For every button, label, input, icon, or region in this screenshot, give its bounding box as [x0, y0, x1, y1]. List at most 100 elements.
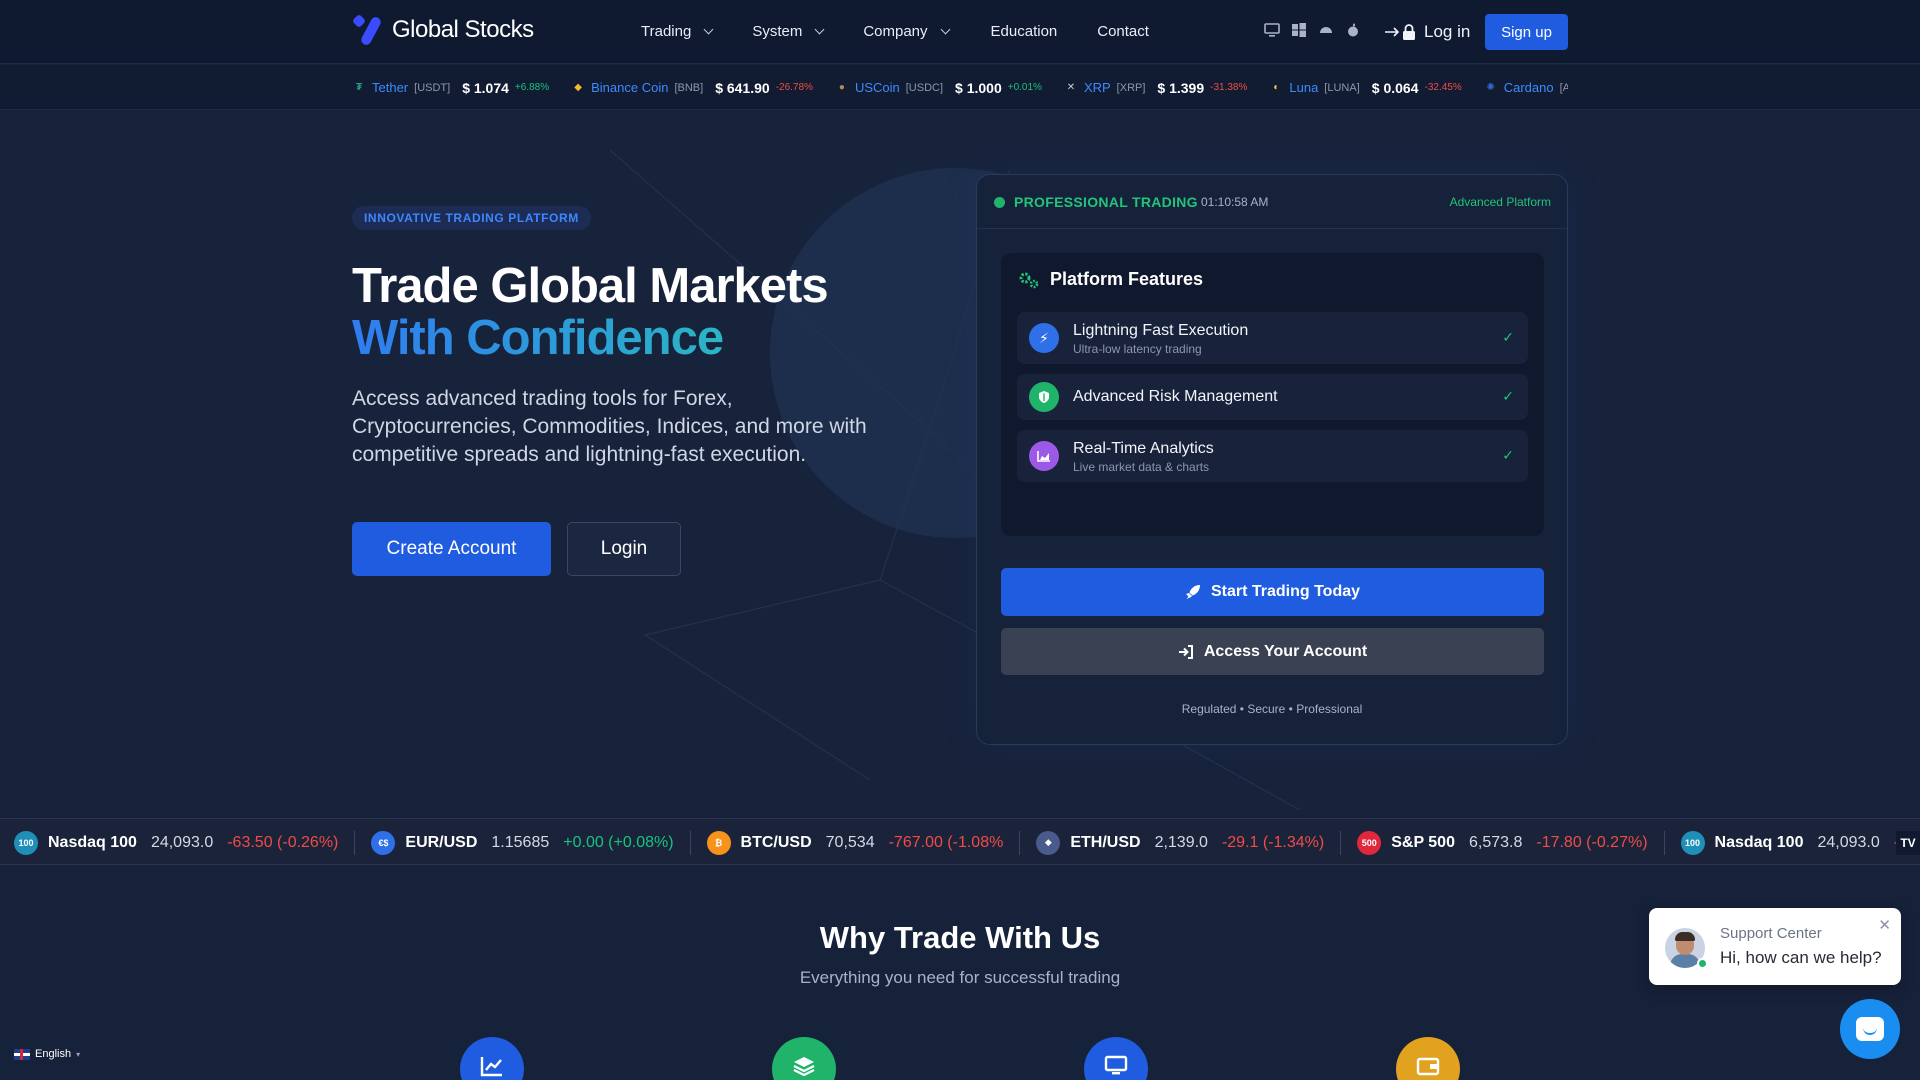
coin-name: USCoin	[854, 80, 900, 95]
market-ticker-item[interactable]: ₿ BTC/USD 70,534 -767.00 (-1.08%	[706, 830, 1021, 855]
chart-icon	[1029, 441, 1059, 471]
ticker-item[interactable]: ₮ Tether [USDT] $ 1.074 +6.88%	[352, 80, 549, 96]
nav-item-company[interactable]: Company	[863, 23, 950, 40]
login-button[interactable]: Login	[567, 522, 681, 576]
platform-features: Platform Features ⚡ Lightning Fast Execu…	[1001, 253, 1544, 536]
coin-price: $ 1.000	[955, 79, 1002, 96]
create-account-button[interactable]: Create Account	[352, 522, 551, 576]
start-trading-button[interactable]: Start Trading Today	[1001, 568, 1544, 616]
coin-symbol: [A	[1559, 81, 1568, 94]
uk-flag-icon	[14, 1048, 30, 1060]
panel-header: PROFESSIONAL TRADING 01:10:58 AM Advance…	[977, 175, 1567, 229]
coin-icon: ◐	[1273, 82, 1280, 93]
market-ticker-item[interactable]: 100 Nasdaq 100 24,093.0 -63.50 (-0.26%)	[14, 830, 356, 855]
brand-logo[interactable]: Global Stocks	[351, 13, 534, 47]
market-ticker-item[interactable]: €$ EUR/USD 1.15685 +0.00 (+0.08%)	[371, 830, 691, 855]
market-value: 2,139.0	[1154, 833, 1208, 851]
panel-clock: 01:10:58 AM	[1201, 195, 1269, 209]
coin-name: Cardano	[1503, 80, 1554, 95]
coin-name: Luna	[1289, 80, 1319, 95]
trading-panel: PROFESSIONAL TRADING 01:10:58 AM Advance…	[976, 174, 1568, 745]
coin-icon: ✕	[1066, 82, 1076, 93]
chart-line-icon	[460, 1037, 524, 1080]
hero-title-line1: Trade Global Markets	[352, 259, 829, 313]
market-badge-icon: ◆	[1036, 830, 1061, 855]
feature-item-analytics: Real-Time Analytics Live market data & c…	[1017, 430, 1528, 482]
coin-symbol: [BNB]	[674, 81, 704, 94]
coin-symbol: [LUNA]	[1324, 81, 1360, 94]
market-badge-icon: €$	[371, 830, 396, 855]
layers-icon	[772, 1037, 836, 1080]
support-popup[interactable]: Support Center Hi, how can we help? ✕	[1649, 908, 1901, 985]
tradingview-logo-icon[interactable]: TV	[1896, 831, 1920, 855]
market-change: -17.80 (-0.27%)	[1536, 833, 1648, 851]
nav-item-education[interactable]: Education	[991, 23, 1058, 40]
coin-price: $ 0.064	[1371, 79, 1419, 96]
ticker-item[interactable]: ✺ Cardano [A	[1484, 80, 1568, 95]
caret-down-icon: ▾	[76, 1049, 81, 1059]
chat-bubble-icon	[1856, 1017, 1884, 1041]
market-change: -63.50 (-0.26%)	[227, 833, 339, 851]
market-value: 1.15685	[491, 833, 550, 851]
market-change: +0.00 (+0.08%)	[563, 833, 674, 851]
platform-icons	[1264, 22, 1361, 38]
background-network-lines	[609, 149, 1301, 810]
feature-title: Advanced Risk Management	[1073, 388, 1278, 405]
market-ticker-item[interactable]: 500 S&P 500 6,573.8 -17.80 (-0.27%)	[1357, 830, 1665, 855]
check-icon: ✓	[1502, 329, 1514, 345]
monitor-icon	[1084, 1037, 1148, 1080]
crypto-ticker: ₮ Tether [USDT] $ 1.074 +6.88% ◆ Binance Coin […	[0, 65, 1920, 110]
why-section: Why Trade With Us Everything you need fo…	[0, 866, 1920, 1080]
ticker-item[interactable]: ● USCoin [USDC] $ 1.000 +0.01%	[835, 80, 1042, 96]
check-icon: ✓	[1502, 447, 1514, 463]
site-header: Global Stocks Trading System Company Edu…	[0, 0, 1920, 64]
market-ticker: 100 Nasdaq 100 24,093.0 -63.50 (-0.26%) €$ EU…	[0, 818, 1920, 865]
feature-item-risk: Advanced Risk Management ✓	[1017, 374, 1528, 420]
check-icon: ✓	[1502, 388, 1514, 404]
coin-change: -26.78%	[775, 82, 813, 93]
desktop-icon[interactable]	[1264, 22, 1280, 38]
windows-icon[interactable]	[1291, 22, 1307, 38]
apple-icon[interactable]	[1345, 22, 1361, 38]
ticker-item[interactable]: ◐ Luna [LUNA] $ 0.064 -32.45%	[1269, 80, 1461, 96]
chat-launcher-button[interactable]	[1840, 999, 1900, 1059]
market-badge-icon: 100	[1680, 830, 1705, 855]
close-icon[interactable]: ✕	[1878, 916, 1891, 934]
panel-platform-label: Advanced Platform	[1449, 195, 1551, 209]
coin-price: $ 1.074	[462, 79, 509, 96]
rocket-icon	[1185, 585, 1200, 599]
market-name: Nasdaq 100	[1714, 833, 1804, 851]
signup-button[interactable]: Sign up	[1485, 14, 1568, 50]
support-title: Support Center	[1720, 925, 1822, 942]
nav-item-system[interactable]: System	[752, 23, 825, 40]
nav-item-contact[interactable]: Contact	[1097, 23, 1149, 40]
hero-title-line2: With Confidence	[352, 311, 724, 365]
market-value: 24,093.0	[1817, 833, 1880, 851]
section-title: Why Trade With Us	[819, 920, 1101, 955]
brand-name: Global Stocks	[392, 16, 534, 43]
feature-title: Real-Time Analytics	[1073, 440, 1214, 457]
online-status-icon	[1697, 958, 1708, 969]
market-ticker-item[interactable]: ◆ ETH/USD 2,139.0 -29.1 (-1.34%)	[1036, 830, 1342, 855]
market-badge-icon: ₿	[706, 830, 731, 855]
nav-item-trading[interactable]: Trading	[641, 23, 714, 40]
crypto-ticker-track: ₮ Tether [USDT] $ 1.074 +6.88% ◆ Binance Coin […	[352, 65, 1568, 110]
login-icon	[1385, 24, 1415, 40]
android-icon[interactable]	[1318, 22, 1334, 38]
shield-icon	[1029, 382, 1059, 412]
market-value: 24,093.0	[150, 833, 214, 851]
access-account-button[interactable]: Access Your Account	[1001, 628, 1544, 675]
market-name: Nasdaq 100	[48, 833, 137, 851]
coin-icon: ◆	[574, 82, 582, 93]
panel-trust-footer: Regulated • Secure • Professional	[1181, 702, 1363, 716]
market-value: 6,573.8	[1468, 833, 1523, 851]
language-selector[interactable]: English ▾	[14, 1048, 80, 1060]
hero-description: Access advanced trading tools for Forex,…	[352, 387, 867, 466]
coin-icon: ₮	[355, 82, 363, 93]
ticker-item[interactable]: ✕ XRP [XRP] $ 1.399 -31.38%	[1064, 80, 1248, 96]
login-link[interactable]: Log in	[1384, 22, 1470, 42]
market-ticker-item[interactable]: 100Nasdaq 10024,093.0-63.50	[1680, 830, 1920, 855]
ticker-item[interactable]: ◆ Binance Coin [BNB] $ 641.90 -26.78%	[571, 80, 813, 96]
support-message: Hi, how can we help?	[1720, 948, 1882, 967]
chevron-down-icon	[814, 24, 825, 35]
